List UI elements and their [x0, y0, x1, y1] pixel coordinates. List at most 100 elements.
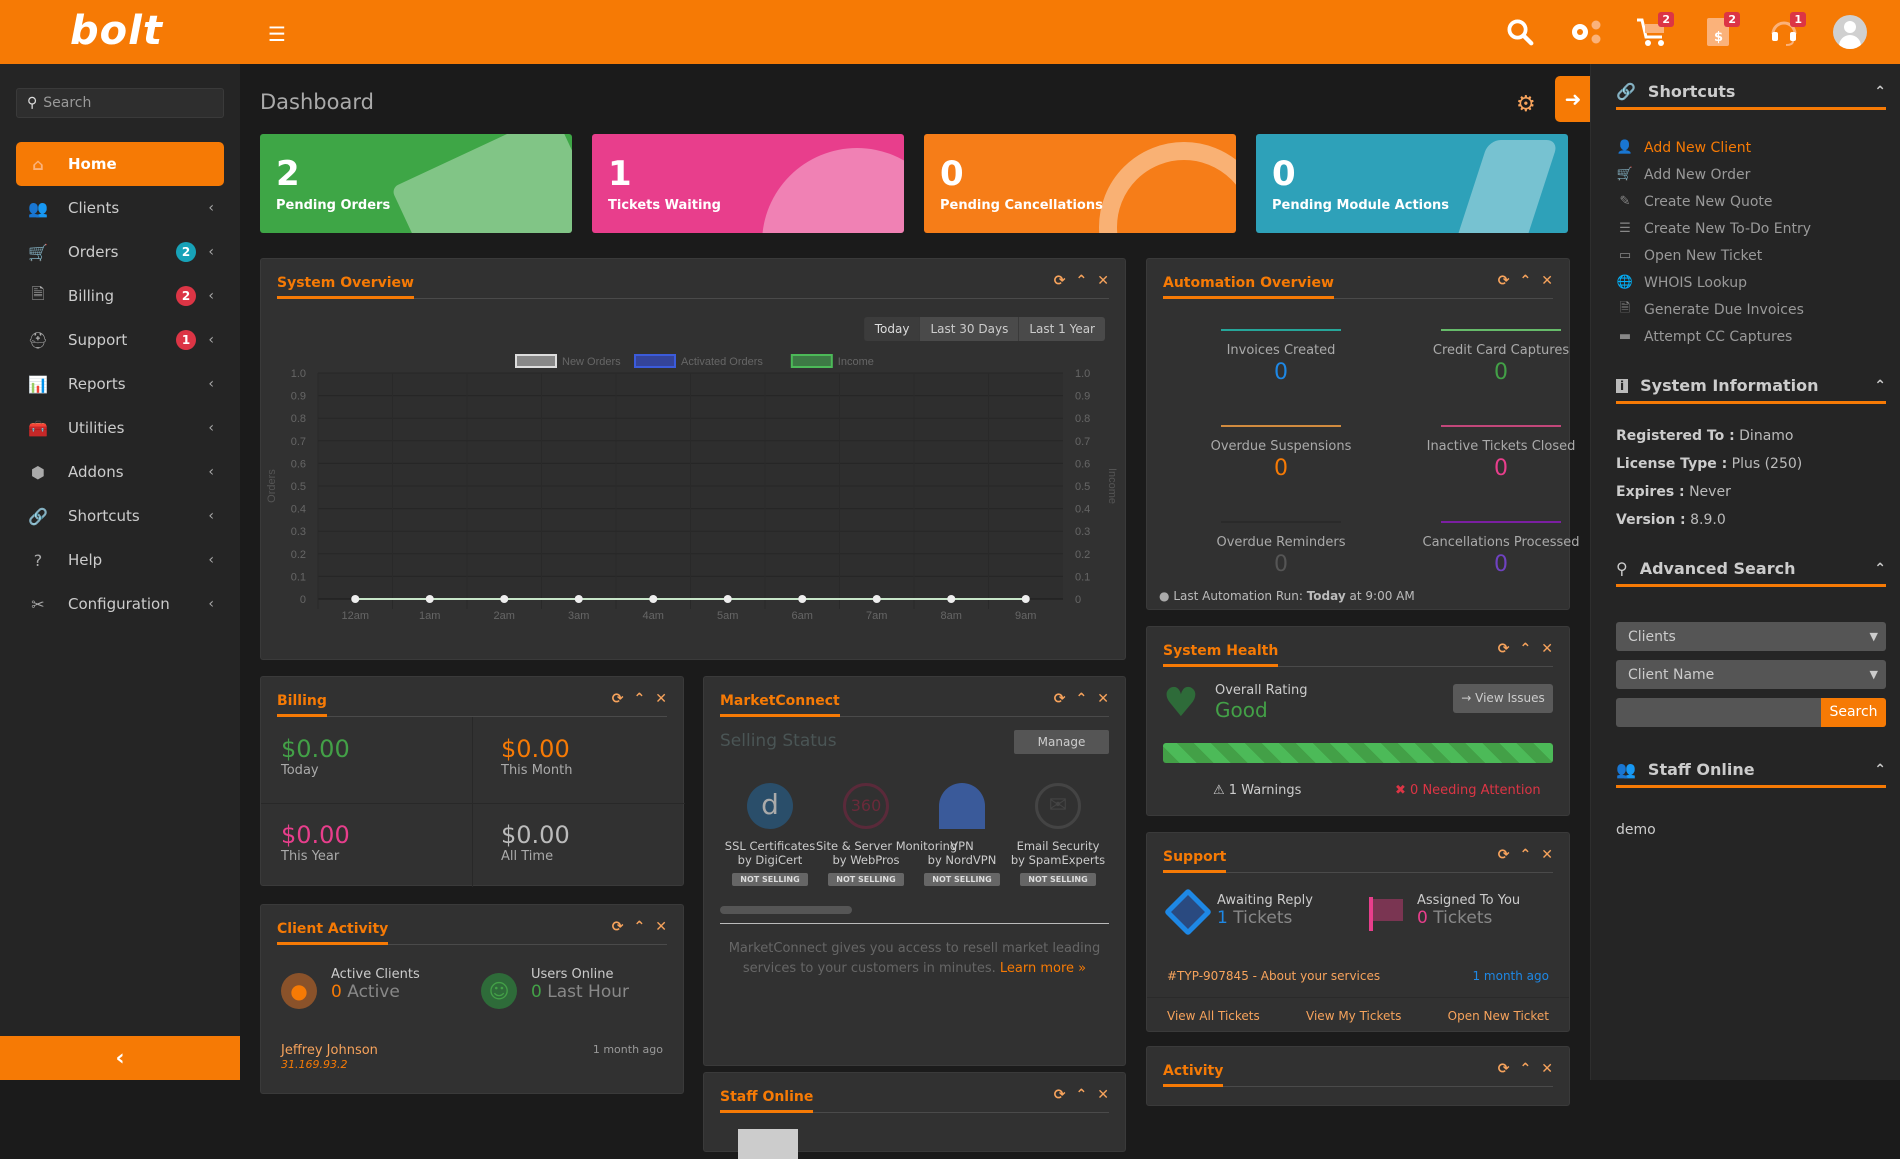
user-avatar[interactable]: [1830, 12, 1870, 52]
refresh-icon[interactable]: ⟳: [1498, 847, 1510, 863]
shortcut-create-new-quote[interactable]: ✎ Create New Quote: [1616, 188, 1811, 215]
refresh-icon[interactable]: ⟳: [612, 919, 624, 935]
advanced-search-header[interactable]: ⚲ Advanced Search ⌃: [1616, 553, 1886, 587]
view-issues-button[interactable]: → View Issues: [1453, 684, 1553, 713]
close-icon[interactable]: ✕: [655, 919, 667, 935]
shortcut-generate-due-invoices[interactable]: 🗎 Generate Due Invoices: [1616, 296, 1811, 323]
stat-card-pending-module-actions[interactable]: 0 Pending Module Actions: [1256, 134, 1568, 233]
gears-icon[interactable]: [1566, 12, 1606, 52]
sidebar-search-input[interactable]: ⚲ Search: [16, 88, 224, 118]
recent-client-row[interactable]: Jeffrey Johnson 31.169.93.2 1 month ago: [281, 1043, 663, 1071]
stat-value: 0: [1494, 360, 1508, 385]
invoice-icon[interactable]: $ 2: [1698, 12, 1740, 52]
manage-button[interactable]: Manage: [1014, 730, 1109, 754]
refresh-icon[interactable]: ⟳: [1498, 641, 1510, 657]
view-my-tickets-link[interactable]: View My Tickets: [1306, 1009, 1401, 1023]
staff-online-user[interactable]: demo: [1616, 822, 1656, 838]
stat-label: Cancellations Processed: [1422, 535, 1580, 550]
collapse-icon[interactable]: ⌃: [1076, 691, 1088, 707]
toggle-right-panel-button[interactable]: ➜: [1555, 76, 1591, 122]
search-field-select[interactable]: Client Name ▼: [1616, 660, 1886, 689]
marketconnect-product[interactable]: ✉ Email Security by SpamExperts NOT SELLING: [1008, 783, 1108, 886]
automation-stat[interactable]: Cancellations Processed 0: [1411, 521, 1591, 577]
shortcut-add-new-order[interactable]: 🛒 Add New Order: [1616, 161, 1811, 188]
shortcut-add-new-client[interactable]: 👤 Add New Client: [1616, 134, 1811, 161]
shortcut-open-new-ticket[interactable]: ▭ Open New Ticket: [1616, 242, 1811, 269]
automation-stat[interactable]: Inactive Tickets Closed 0: [1411, 425, 1591, 481]
marketconnect-product[interactable]: 360 Site & Server Monitoring by WebPros NOT…: [816, 783, 957, 886]
sidebar-item-home[interactable]: ⌂ Home: [16, 142, 224, 186]
sidebar-item-billing[interactable]: 🗎 Billing 2 ‹: [16, 274, 224, 318]
close-icon[interactable]: ✕: [1097, 691, 1109, 707]
collapse-icon[interactable]: ⌃: [1076, 1087, 1088, 1103]
system-info-header[interactable]: i System Information ⌃: [1616, 370, 1886, 404]
search-query-input[interactable]: [1616, 698, 1821, 727]
sidebar-item-orders[interactable]: 🛒 Orders 2 ‹: [16, 230, 224, 274]
close-icon[interactable]: ✕: [1541, 1061, 1553, 1077]
search-icon[interactable]: [1500, 12, 1540, 52]
hamburger-icon[interactable]: ☰: [268, 22, 286, 46]
staff-online-header[interactable]: 👥 Staff Online ⌃: [1616, 754, 1886, 788]
sidebar-item-label: Support: [68, 331, 128, 349]
logo[interactable]: bolt: [70, 8, 163, 54]
dashboard-settings-gear-icon[interactable]: ⚙: [1516, 92, 1536, 117]
refresh-icon[interactable]: ⟳: [612, 691, 624, 707]
marketconnect-product[interactable]: VPN by NordVPN NOT SELLING: [912, 783, 1012, 886]
view-all-tickets-link[interactable]: View All Tickets: [1167, 1009, 1260, 1023]
automation-stat[interactable]: Overdue Suspensions 0: [1191, 425, 1371, 481]
collapse-sidebar-button[interactable]: ‹: [0, 1036, 240, 1080]
stat-card-tickets-waiting[interactable]: 1 Tickets Waiting: [592, 134, 904, 233]
shortcut-create-new-to-do-entry[interactable]: ☰ Create New To-Do Entry: [1616, 215, 1811, 242]
headset-icon[interactable]: 1: [1764, 12, 1806, 52]
collapse-icon[interactable]: ⌃: [1520, 1061, 1532, 1077]
search-type-select[interactable]: Clients ▼: [1616, 622, 1886, 651]
refresh-icon[interactable]: ⟳: [1054, 691, 1066, 707]
collapse-icon[interactable]: ⌃: [634, 919, 646, 935]
refresh-icon[interactable]: ⟳: [1498, 273, 1510, 289]
automation-stat[interactable]: Credit Card Captures 0: [1411, 329, 1591, 385]
automation-stat[interactable]: Invoices Created 0: [1191, 329, 1371, 385]
collapse-icon[interactable]: ⌃: [634, 691, 646, 707]
ticket-row[interactable]: #TYP-907845 - About your services 1 mont…: [1167, 969, 1549, 983]
marketconnect-product[interactable]: d SSL Certificates by DigiCert NOT SELLING: [720, 783, 820, 886]
close-icon[interactable]: ✕: [655, 691, 667, 707]
chevron-up-icon[interactable]: ⌃: [1874, 378, 1886, 394]
sidebar-item-reports[interactable]: 📊 Reports ‹: [16, 362, 224, 406]
chevron-up-icon[interactable]: ⌃: [1874, 84, 1886, 100]
collapse-icon[interactable]: ⌃: [1520, 273, 1532, 289]
automation-stat[interactable]: Overdue Reminders 0: [1191, 521, 1371, 577]
refresh-icon[interactable]: ⟳: [1498, 1061, 1510, 1077]
close-icon[interactable]: ✕: [1541, 273, 1553, 289]
chevron-up-icon[interactable]: ⌃: [1874, 762, 1886, 778]
open-new-ticket-link[interactable]: Open New Ticket: [1448, 1009, 1549, 1023]
advanced-search-button[interactable]: Search: [1821, 698, 1886, 727]
stat-card-pending-cancellations[interactable]: 0 Pending Cancellations: [924, 134, 1236, 233]
cart-icon[interactable]: 2: [1632, 12, 1674, 52]
help-icon: ?: [33, 550, 43, 570]
refresh-icon[interactable]: ⟳: [1054, 1087, 1066, 1103]
sidebar-item-clients[interactable]: 👥 Clients ‹: [16, 186, 224, 230]
shortcuts-list: 👤 Add New Client 🛒 Add New Order ✎ Create New…: [1616, 134, 1811, 350]
collapse-icon[interactable]: ⌃: [1520, 641, 1532, 657]
sidebar-item-configuration[interactable]: ✂ Configuration ‹: [16, 582, 224, 626]
learn-more-link[interactable]: Learn more »: [1000, 961, 1086, 976]
shortcut-whois-lookup[interactable]: 🌐 WHOIS Lookup: [1616, 269, 1811, 296]
sidebar-item-utilities[interactable]: 🧰 Utilities ‹: [16, 406, 224, 450]
shortcut-label: Create New Quote: [1644, 193, 1773, 210]
close-icon[interactable]: ✕: [1541, 641, 1553, 657]
sidebar-item-addons[interactable]: ⬢ Addons ‹: [16, 450, 224, 494]
collapse-icon[interactable]: ⌃: [1520, 847, 1532, 863]
panel-title: Support: [1163, 845, 1227, 873]
chevron-up-icon[interactable]: ⌃: [1874, 561, 1886, 577]
sidebar-item-shortcuts[interactable]: 🔗 Shortcuts ‹: [16, 494, 224, 538]
horizontal-scrollbar[interactable]: [720, 906, 852, 914]
stat-card-pending-orders[interactable]: 2 Pending Orders: [260, 134, 572, 233]
sidebar-item-help[interactable]: ? Help ‹: [16, 538, 224, 582]
close-icon[interactable]: ✕: [1097, 1087, 1109, 1103]
health-progress-fill: [1163, 743, 1553, 763]
x-icon: ✖: [1395, 783, 1406, 798]
close-icon[interactable]: ✕: [1541, 847, 1553, 863]
sidebar-item-support[interactable]: ⛑ Support 1 ‹: [16, 318, 224, 362]
shortcuts-header[interactable]: 🔗 Shortcuts ⌃: [1616, 76, 1886, 110]
shortcut-attempt-cc-captures[interactable]: ▬ Attempt CC Captures: [1616, 323, 1811, 350]
